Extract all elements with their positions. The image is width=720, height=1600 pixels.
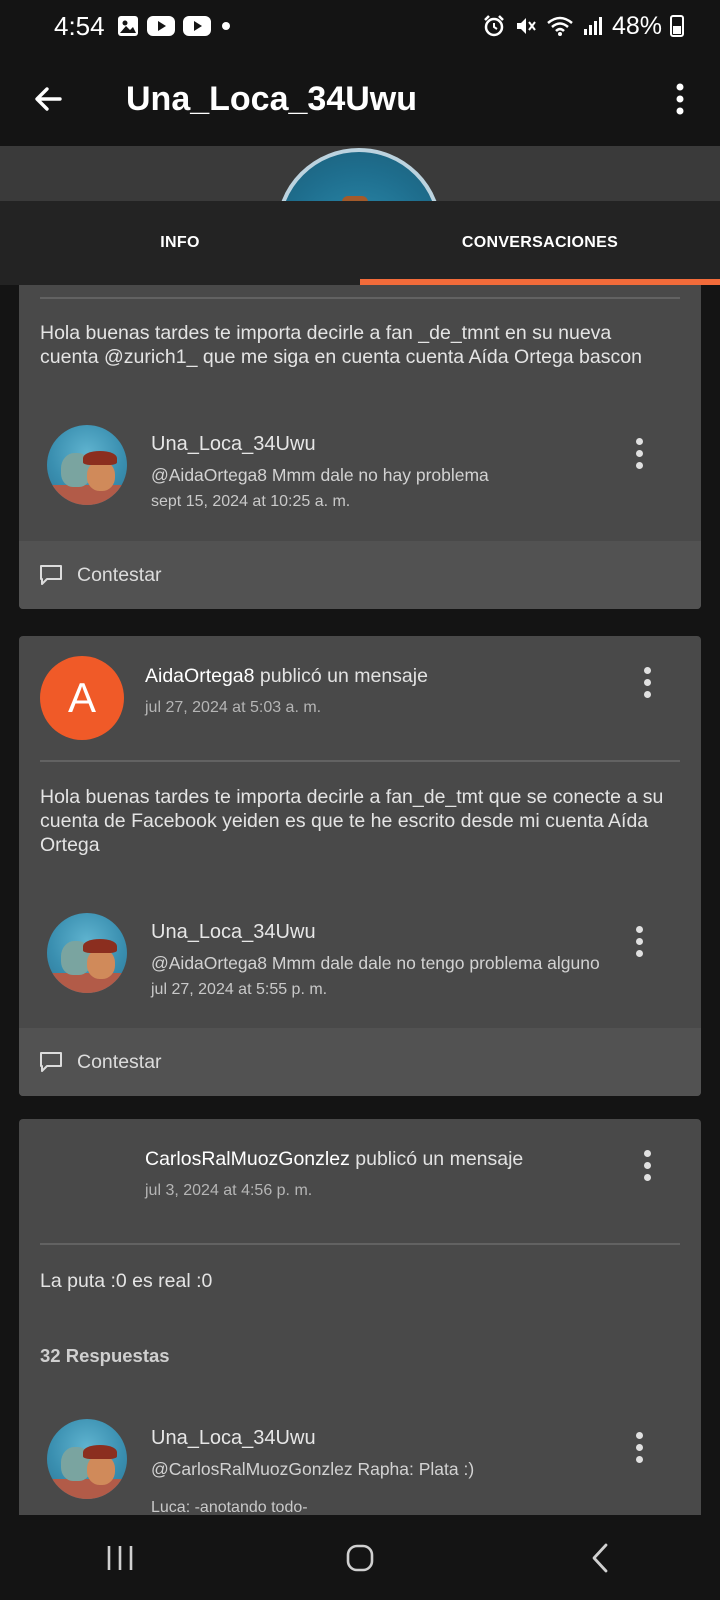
responses-count[interactable]: 32 Respuestas <box>40 1345 170 1367</box>
avatar[interactable] <box>47 1419 127 1499</box>
post-header: CarlosRalMuozGonzlez publicó un mensaje <box>145 1148 523 1171</box>
avatar[interactable] <box>47 425 127 505</box>
conversation-card: Hola buenas tardes te importa decirle a … <box>19 285 701 609</box>
author-name[interactable]: AidaOrtega8 <box>145 665 255 687</box>
post-date: jul 3, 2024 at 4:56 p. m. <box>145 1182 313 1199</box>
conversation-card: CarlosRalMuozGonzlez publicó un mensaje … <box>19 1119 701 1515</box>
author-name[interactable]: CarlosRalMuozGonzlez <box>145 1148 350 1170</box>
post-action: publicó un mensaje <box>355 1148 524 1170</box>
status-time: 4:54 <box>54 10 105 41</box>
home-button[interactable] <box>315 1528 405 1588</box>
comment-icon <box>40 565 62 585</box>
message-text: Hola buenas tardes te importa decirle a … <box>40 322 642 368</box>
signal-icon <box>583 17 602 35</box>
more-vertical-icon <box>676 83 684 115</box>
home-icon <box>346 1544 374 1571</box>
reply-more-button[interactable] <box>621 1425 657 1469</box>
tab-conversaciones[interactable]: CONVERSACIONES <box>360 201 720 285</box>
reply-footer: Contestar <box>19 1028 701 1096</box>
app-bar: Una_Loca_34Uwu <box>0 52 720 146</box>
image-icon <box>117 16 138 36</box>
battery-percent: 48% <box>611 11 662 40</box>
post-header: AidaOrtega8 publicó un mensaje <box>145 665 428 688</box>
wifi-icon <box>547 16 573 36</box>
youtube-icon <box>182 16 211 36</box>
notification-icons <box>117 15 233 37</box>
reply-username[interactable]: Una_Loca_34Uwu <box>151 1427 316 1450</box>
reply-extra-text: Luca: -anotando todo- <box>151 1499 308 1515</box>
divider <box>40 297 680 299</box>
nav-back-button[interactable] <box>555 1528 645 1588</box>
recents-icon <box>107 1545 133 1570</box>
reply-text: @AidaOrtega8 Mmm dale no hay problema <box>151 465 489 485</box>
post-action: publicó un mensaje <box>259 665 428 687</box>
reply-date: sept 15, 2024 at 10:25 a. m. <box>151 493 351 510</box>
conversations-list[interactable]: Hola buenas tardes te importa decirle a … <box>0 285 720 1515</box>
profile-avatar[interactable] <box>276 148 442 201</box>
post-more-button[interactable] <box>629 1143 665 1187</box>
reply-more-button[interactable] <box>621 919 657 963</box>
message-text: Hola buenas tardes te importa decirle a … <box>40 786 664 856</box>
post-date: jul 27, 2024 at 5:03 a. m. <box>145 699 322 716</box>
reply-date: jul 27, 2024 at 5:55 p. m. <box>151 981 328 998</box>
conversation-card: A AidaOrtega8 publicó un mensaje jul 27,… <box>19 636 701 1096</box>
arrow-left-icon <box>35 87 62 111</box>
avatar[interactable] <box>47 913 127 993</box>
comment-icon <box>40 1052 62 1072</box>
system-icons: 48% <box>482 12 684 41</box>
post-more-button[interactable] <box>629 660 665 704</box>
reply-label: Contestar <box>77 1050 162 1073</box>
recents-button[interactable] <box>75 1528 165 1588</box>
avatar[interactable]: A <box>40 656 124 740</box>
navigation-bar <box>0 1515 720 1600</box>
reply-item: Una_Loca_34Uwu @AidaOrtega8 Mmm dale no … <box>19 425 701 545</box>
reply-more-button[interactable] <box>621 431 657 475</box>
divider <box>40 760 680 762</box>
reply-label: Contestar <box>77 563 162 586</box>
mute-icon <box>516 18 536 34</box>
reply-button[interactable]: Contestar <box>39 564 162 587</box>
tab-bar: INFO CONVERSACIONES <box>0 201 720 285</box>
reply-item: Una_Loca_34Uwu @CarlosRalMuozGonzlez Rap… <box>19 1419 701 1515</box>
profile-header <box>0 146 720 201</box>
divider <box>40 1243 680 1245</box>
back-button[interactable] <box>0 52 96 146</box>
page-title: Una_Loca_34Uwu <box>126 79 417 118</box>
back-icon <box>592 1543 608 1572</box>
battery-icon <box>670 15 684 37</box>
youtube-icon <box>146 16 175 36</box>
reply-username[interactable]: Una_Loca_34Uwu <box>151 921 316 944</box>
more-options-button[interactable] <box>640 52 720 146</box>
reply-footer: Contestar <box>19 541 701 609</box>
tab-info[interactable]: INFO <box>0 201 360 285</box>
reply-username[interactable]: Una_Loca_34Uwu <box>151 433 316 456</box>
reply-text: @AidaOrtega8 Mmm dale dale no tengo prob… <box>151 953 600 973</box>
reply-button[interactable]: Contestar <box>39 1051 162 1074</box>
status-bar: 4:54 48% <box>0 0 720 52</box>
dot-icon <box>221 22 230 30</box>
alarm-icon <box>484 15 504 37</box>
message-text: La puta :0 es real :0 <box>40 1270 213 1292</box>
reply-item: Una_Loca_34Uwu @AidaOrtega8 Mmm dale dal… <box>19 913 701 1033</box>
reply-text: @CarlosRalMuozGonzlez Rapha: Plata :) <box>151 1459 475 1479</box>
